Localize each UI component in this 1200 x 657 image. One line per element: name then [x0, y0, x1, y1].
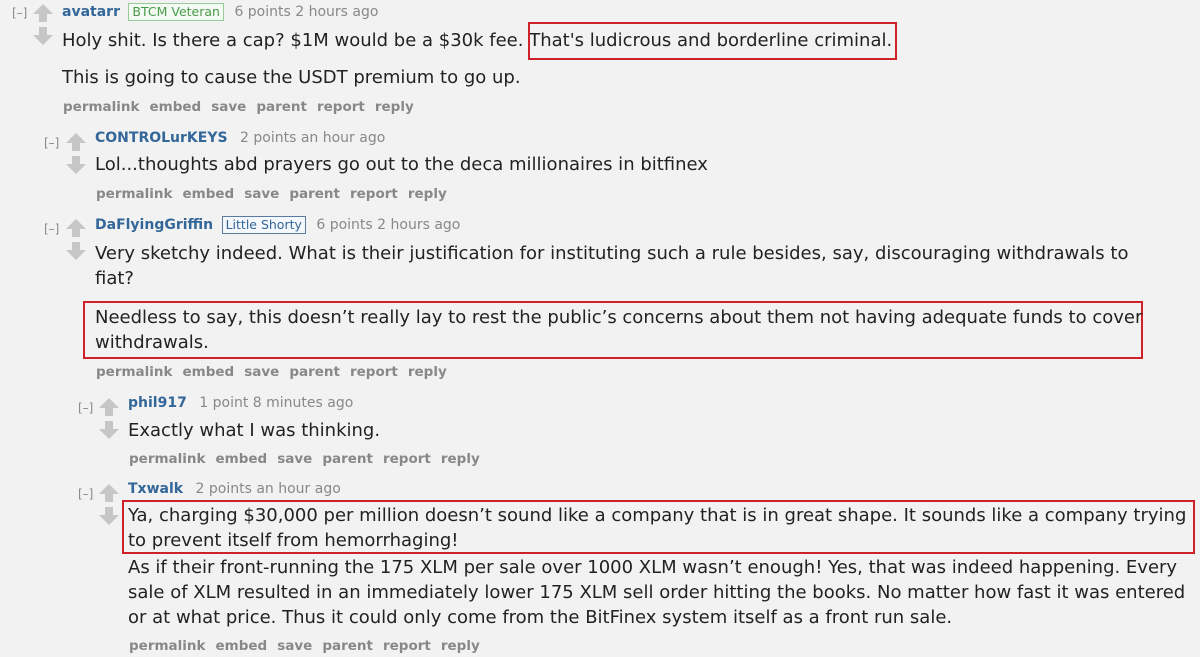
report-button[interactable]: report: [350, 364, 398, 380]
comment-txwalk: [–] Txwalk 2 points an hour ago Ya, char…: [0, 479, 1200, 657]
parent-button[interactable]: parent: [289, 364, 340, 380]
highlighted-text: Ya, charging $30,000 per million doesn’t…: [128, 505, 1187, 526]
collapse-toggle[interactable]: [–]: [44, 136, 59, 150]
parent-button[interactable]: parent: [322, 451, 373, 467]
report-button[interactable]: report: [317, 99, 365, 115]
comment-tagline: avatarr BTCM Veteran 6 points 2 hours ag…: [62, 3, 378, 21]
comment-buttons: permalink embed save parent report reply: [96, 186, 457, 202]
author-link[interactable]: phil917: [128, 395, 187, 411]
comment-buttons: permalink embed save parent report reply: [63, 99, 424, 115]
embed-button[interactable]: embed: [150, 99, 202, 115]
author-link[interactable]: DaFlyingGriffin: [95, 217, 213, 233]
save-button[interactable]: save: [277, 451, 312, 467]
permalink-button[interactable]: permalink: [129, 451, 206, 467]
score: 6 points: [316, 217, 373, 233]
score: 1 point: [199, 395, 249, 411]
score: 2 points: [240, 130, 297, 146]
permalink-button[interactable]: permalink: [63, 99, 140, 115]
report-button[interactable]: report: [350, 186, 398, 202]
comment-body-paragraph: Exactly what I was thinking.: [128, 420, 381, 441]
downvote-arrow-icon[interactable]: [65, 241, 87, 263]
downvote-arrow-icon[interactable]: [98, 506, 120, 528]
author-link[interactable]: avatarr: [62, 4, 120, 20]
collapse-toggle[interactable]: [–]: [44, 222, 59, 236]
highlighted-text: withdrawals.: [95, 332, 209, 353]
comment-body-paragraph: Ya, charging $30,000 per million doesn’t…: [128, 503, 1186, 553]
downvote-arrow-icon[interactable]: [98, 420, 120, 442]
parent-button[interactable]: parent: [289, 186, 340, 202]
author-link[interactable]: CONTROLurKEYS: [95, 130, 228, 146]
reply-button[interactable]: reply: [441, 638, 480, 654]
timestamp: an hour ago: [300, 130, 386, 146]
report-button[interactable]: report: [383, 638, 431, 654]
user-flair: Little Shorty: [221, 216, 306, 234]
permalink-button[interactable]: permalink: [96, 364, 173, 380]
comment-tagline: DaFlyingGriffin Little Shorty 6 points 2…: [95, 216, 460, 234]
author-link[interactable]: Txwalk: [128, 481, 183, 497]
collapse-toggle[interactable]: [–]: [12, 6, 27, 20]
highlighted-text: to prevent itself from hemorrhaging!: [128, 530, 459, 551]
report-button[interactable]: report: [383, 451, 431, 467]
comment-buttons: permalink embed save parent report reply: [96, 364, 457, 380]
downvote-arrow-icon[interactable]: [65, 155, 87, 177]
comment-daflyinggriffin: [–] DaFlyingGriffin Little Shorty 6 poin…: [0, 214, 1200, 386]
upvote-arrow-icon[interactable]: [98, 483, 120, 505]
collapse-toggle[interactable]: [–]: [78, 487, 93, 501]
timestamp: 8 minutes ago: [252, 395, 354, 411]
comment-tagline: CONTROLurKEYS 2 points an hour ago: [95, 130, 385, 146]
comment-tagline: phil917 1 point 8 minutes ago: [128, 395, 353, 411]
comment-controlurkeys: [–] CONTROLurKEYS 2 points an hour ago L…: [0, 128, 1200, 208]
score: 2 points: [195, 481, 252, 497]
reply-button[interactable]: reply: [375, 99, 414, 115]
comment-body-paragraph: Very sketchy indeed. What is their justi…: [95, 243, 1129, 289]
timestamp: 2 hours ago: [295, 4, 379, 20]
highlighted-text: Needless to say, this doesn’t really lay…: [95, 307, 1143, 328]
embed-button[interactable]: embed: [183, 186, 235, 202]
collapse-toggle[interactable]: [–]: [78, 401, 93, 415]
downvote-arrow-icon[interactable]: [32, 26, 54, 48]
save-button[interactable]: save: [277, 638, 312, 654]
upvote-arrow-icon[interactable]: [98, 397, 120, 419]
comment-body-paragraph: Needless to say, this doesn’t really lay…: [95, 305, 1142, 355]
comment-buttons: permalink embed save parent report reply: [129, 638, 490, 654]
comment-phil917: [–] phil917 1 point 8 minutes ago Exactl…: [0, 393, 1200, 473]
parent-button[interactable]: parent: [256, 99, 307, 115]
timestamp: 2 hours ago: [377, 217, 461, 233]
permalink-button[interactable]: permalink: [96, 186, 173, 202]
reply-button[interactable]: reply: [408, 364, 447, 380]
comment-body-paragraph: As if their front-running the 175 XLM pe…: [128, 557, 1186, 628]
embed-button[interactable]: embed: [216, 451, 268, 467]
score: 6 points: [234, 4, 291, 20]
reply-button[interactable]: reply: [408, 186, 447, 202]
user-flair: BTCM Veteran: [128, 3, 224, 21]
upvote-arrow-icon[interactable]: [65, 218, 87, 240]
save-button[interactable]: save: [244, 186, 279, 202]
comment-body-paragraph: This is going to cause the USDT premium …: [62, 67, 521, 88]
upvote-arrow-icon[interactable]: [65, 132, 87, 154]
permalink-button[interactable]: permalink: [129, 638, 206, 654]
timestamp: an hour ago: [256, 481, 341, 497]
highlight-box: [528, 22, 897, 60]
save-button[interactable]: save: [211, 99, 246, 115]
parent-button[interactable]: parent: [322, 638, 373, 654]
save-button[interactable]: save: [244, 364, 279, 380]
reply-button[interactable]: reply: [441, 451, 480, 467]
upvote-arrow-icon[interactable]: [32, 3, 54, 25]
comment-tagline: Txwalk 2 points an hour ago: [128, 481, 341, 497]
comment-body-paragraph: Lol...thoughts abd prayers go out to the…: [95, 154, 708, 175]
embed-button[interactable]: embed: [183, 364, 235, 380]
embed-button[interactable]: embed: [216, 638, 268, 654]
comment-avatarr: [–] avatarr BTCM Veteran 6 points 2 hour…: [0, 0, 1200, 120]
comment-buttons: permalink embed save parent report reply: [129, 451, 490, 467]
